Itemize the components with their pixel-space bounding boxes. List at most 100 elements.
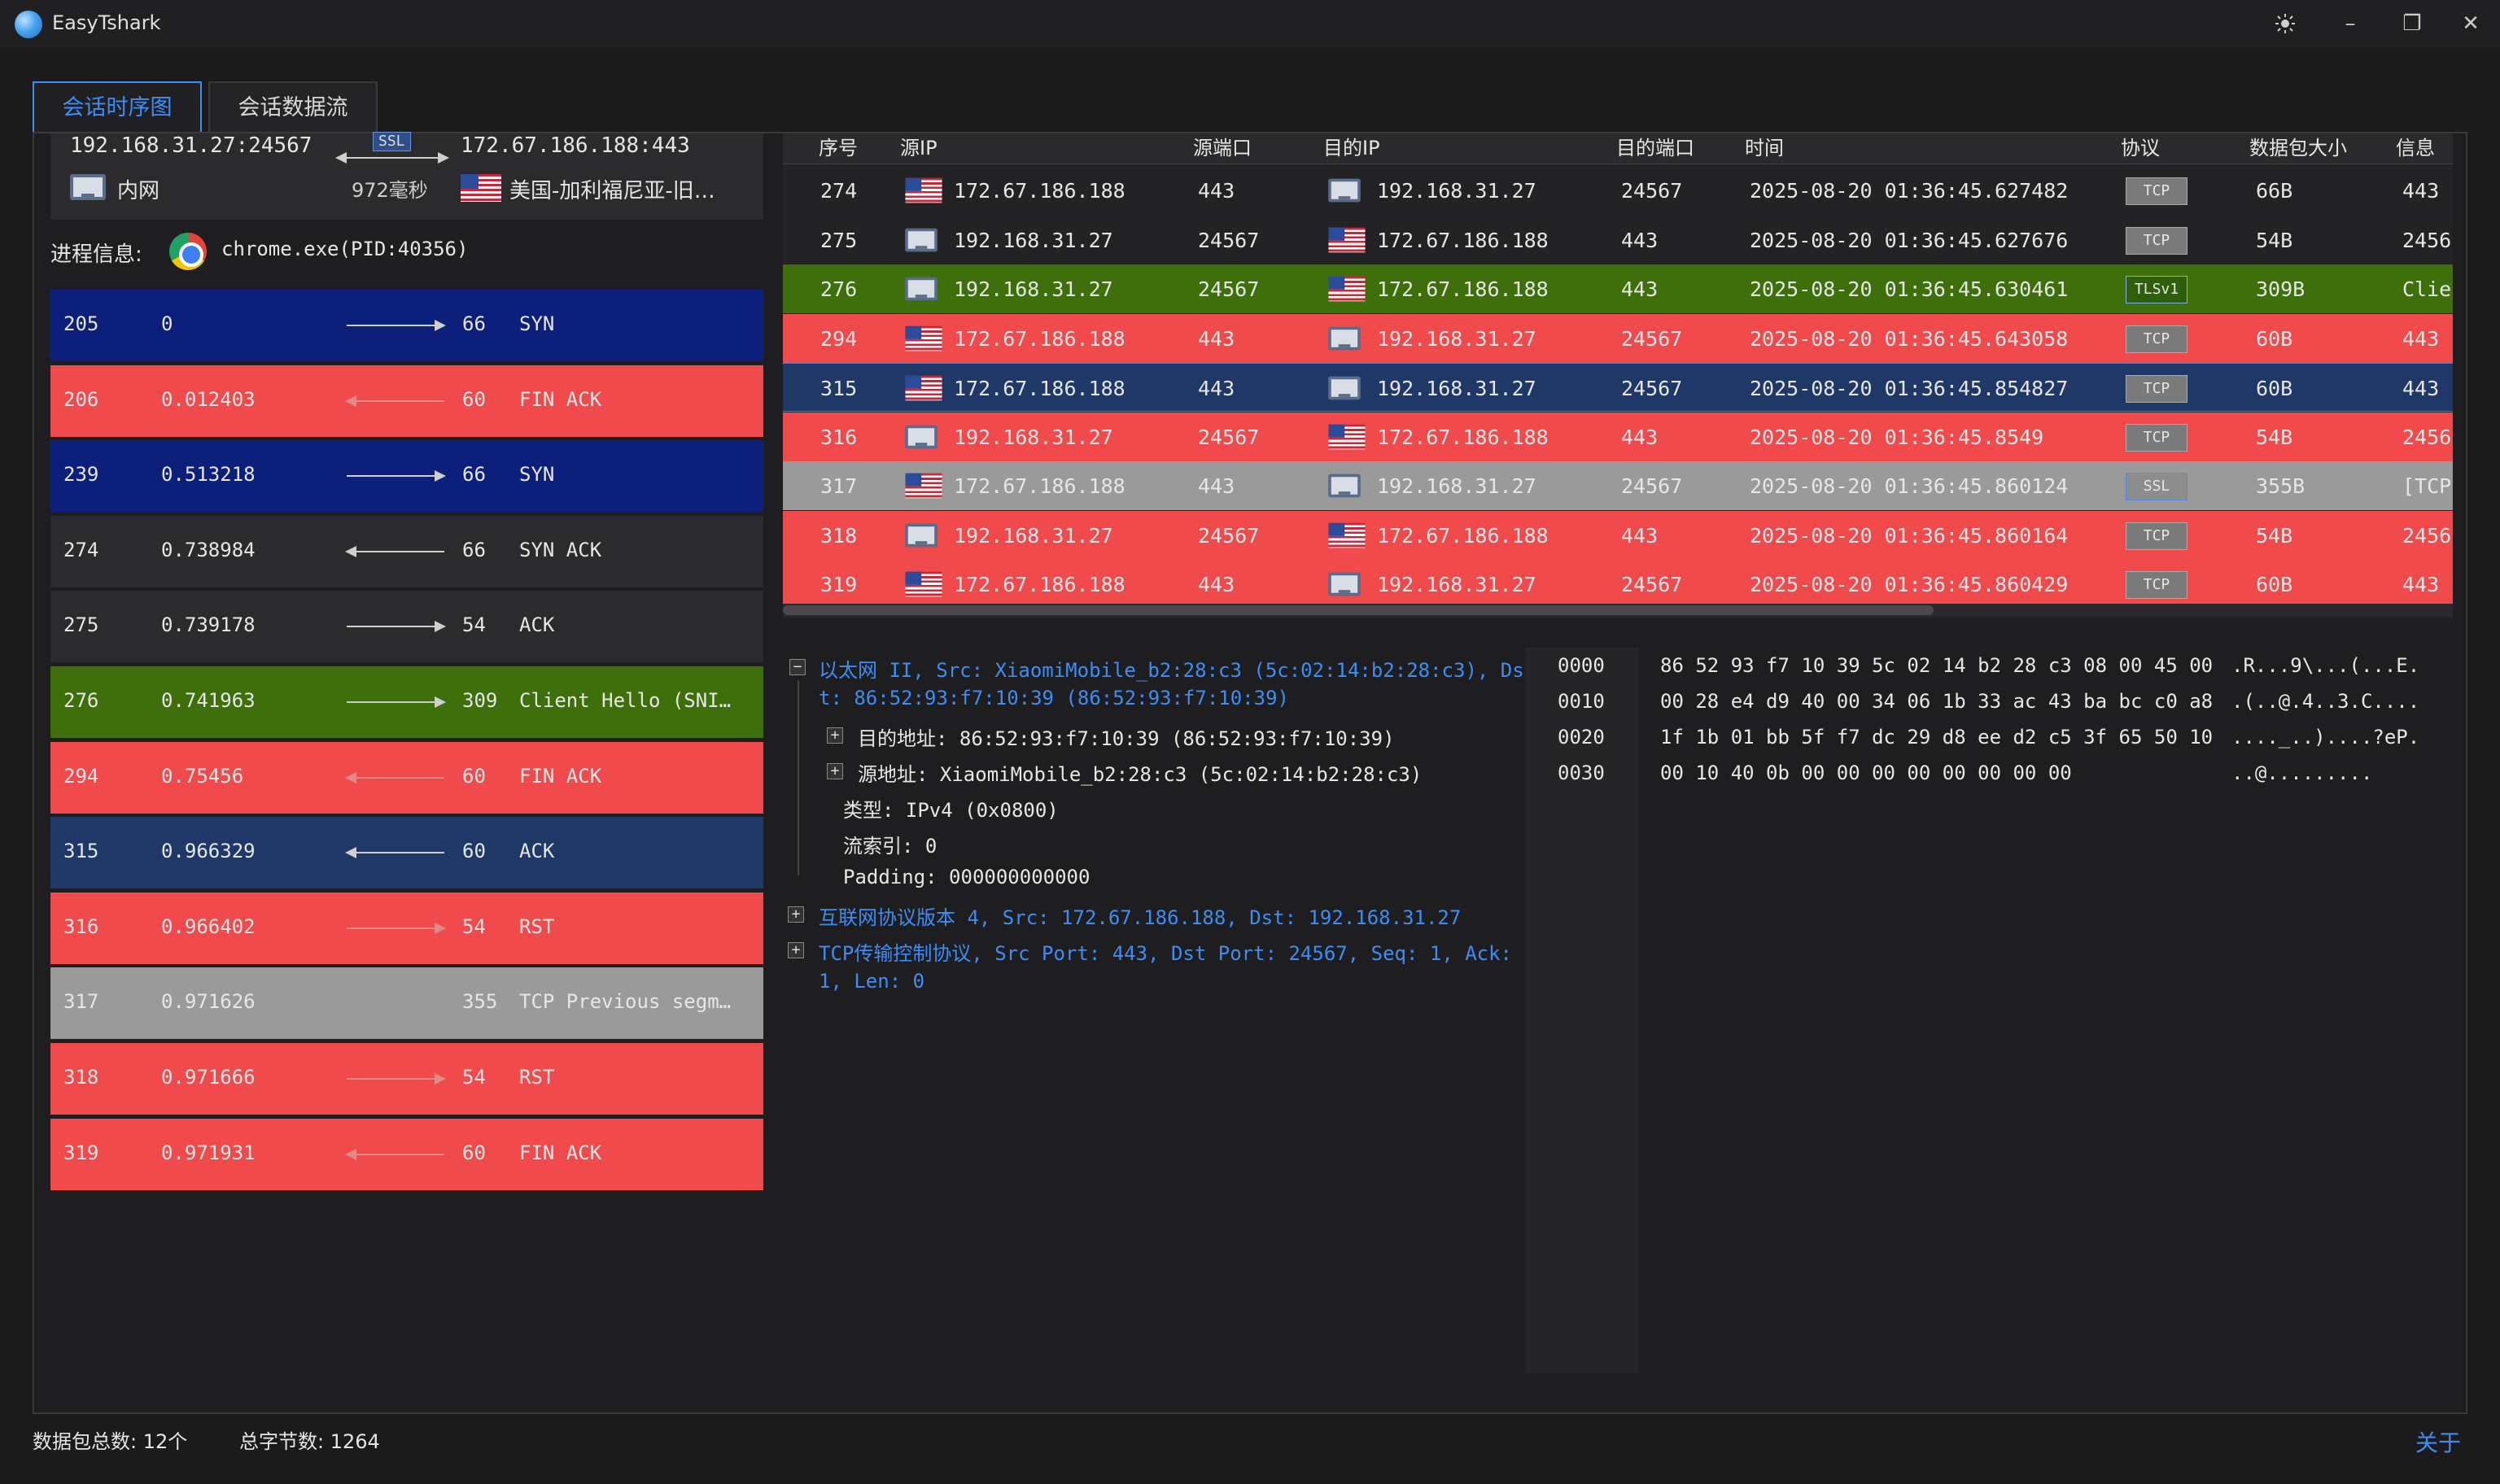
pkt-dst-ip: 172.67.186.188 (1377, 523, 1549, 548)
expand-tcp-toggle[interactable]: + (788, 942, 804, 958)
theme-toggle-button[interactable] (2264, 7, 2306, 41)
sequence-row[interactable]: 318 0.971666 54 RST (50, 1043, 763, 1115)
packet-row[interactable]: 317 172.67.186.188 443 192.168.31.27 24567 20… (783, 461, 2453, 510)
minimize-button[interactable]: – (2329, 7, 2371, 41)
packet-row[interactable]: 275 192.168.31.27 24567 172.67.186.188 443 20… (783, 215, 2453, 264)
seq-length: 66 (462, 312, 486, 335)
hex-bytes-line[interactable]: 86 52 93 f7 10 39 5c 02 14 b2 28 c3 08 0… (1660, 654, 2213, 677)
tab-session-sequence[interactable]: 会话时序图 (33, 81, 202, 133)
seq-length: 66 (462, 463, 486, 487)
pkt-src-port: 24567 (1198, 228, 1260, 252)
expand-ip-toggle[interactable]: + (788, 906, 804, 923)
computer-icon (1328, 572, 1361, 596)
collapse-ethernet-toggle[interactable]: − (789, 659, 806, 675)
tree-ip-line[interactable]: 互联网协议版本 4, Src: 172.67.186.188, Dst: 192… (819, 901, 1461, 930)
pkt-no: 275 (820, 228, 858, 252)
packet-row[interactable]: 319 172.67.186.188 443 192.168.31.27 24567 20… (783, 560, 2453, 609)
packet-row[interactable]: 315 172.67.186.188 443 192.168.31.27 24567 20… (783, 363, 2453, 412)
tree-src-addr[interactable]: 源地址: XiaomiMobile_b2:28:c3 (5c:02:14:b2:… (858, 758, 1422, 787)
sequence-row[interactable]: 275 0.739178 54 ACK (50, 591, 763, 663)
hex-ascii-line[interactable]: ...._..)....?eP. (2231, 726, 2419, 749)
tree-tcp-line2[interactable]: 1, Len: 0 (819, 970, 924, 993)
tree-stream-index[interactable]: 流索引: 0 (843, 830, 937, 858)
col-header-protocol[interactable]: 协议 (2121, 133, 2160, 160)
packet-row[interactable]: 274 172.67.186.188 443 192.168.31.27 24567 20… (783, 166, 2453, 215)
pkt-dst-port: 443 (1621, 425, 1659, 449)
sequence-row[interactable]: 276 0.741963 309 Client Hello (SNI… (50, 666, 763, 738)
arrow-right-icon (347, 470, 446, 482)
col-header-src-port[interactable]: 源端口 (1193, 133, 1252, 160)
computer-icon (1328, 326, 1361, 350)
pkt-dst-ip: 192.168.31.27 (1377, 474, 1536, 498)
expand-dst-addr-toggle[interactable]: + (827, 727, 843, 744)
packet-row[interactable]: 294 172.67.186.188 443 192.168.31.27 24567 20… (783, 313, 2453, 363)
seq-length: 60 (462, 1141, 486, 1164)
pkt-protocol-badge: TCP (2126, 325, 2188, 353)
col-header-size[interactable]: 数据包大小 (2249, 133, 2347, 160)
pkt-src-ip: 172.67.186.188 (954, 474, 1125, 498)
pkt-dst-port: 443 (1621, 277, 1659, 301)
hex-bytes-line[interactable]: 00 28 e4 d9 40 00 34 06 1b 33 ac 43 ba b… (1660, 690, 2213, 713)
sequence-row[interactable]: 317 0.971626 355 TCP Previous segm… (50, 967, 763, 1040)
tree-guide-line (798, 680, 799, 875)
packet-row[interactable]: 318 192.168.31.27 24567 172.67.186.188 443 20… (783, 510, 2453, 560)
hex-bytes-line[interactable]: 00 10 40 0b 00 00 00 00 00 00 00 00 (1660, 762, 2072, 784)
tab-session-dataflow[interactable]: 会话数据流 (208, 81, 378, 133)
hex-ascii-line[interactable]: .(..@.4..3.C.... (2231, 690, 2419, 713)
seq-no: 205 (63, 312, 99, 335)
session-src-endpoint: 192.168.31.27:24567 (70, 133, 312, 158)
packet-table-scrollbar[interactable] (783, 604, 2453, 617)
seq-length: 309 (462, 689, 498, 712)
hex-ascii-line[interactable]: ..@......... (2231, 762, 2372, 784)
hex-ascii-line[interactable]: .R...9\...(...E. (2231, 654, 2419, 677)
col-header-dst-port[interactable]: 目的端口 (1616, 133, 1694, 160)
sequence-row[interactable]: 205 0 66 SYN (50, 290, 763, 361)
hex-bytes-line[interactable]: 1f 1b 01 bb 5f f7 dc 29 d8 ee d2 c5 3f 6… (1660, 726, 2213, 749)
restore-button[interactable]: ❐ (2391, 7, 2433, 41)
col-header-src-ip[interactable]: 源IP (900, 133, 938, 160)
seq-time: 0.971666 (161, 1066, 256, 1089)
computer-icon (1328, 474, 1361, 498)
tree-dst-addr[interactable]: 目的地址: 86:52:93:f7:10:39 (86:52:93:f7:10:… (858, 722, 1395, 751)
col-header-no[interactable]: 序号 (819, 133, 858, 160)
expand-src-addr-toggle[interactable]: + (827, 763, 843, 779)
pkt-time: 2025-08-20 01:36:45.860124 (1750, 474, 2069, 498)
pkt-time: 2025-08-20 01:36:45.643058 (1750, 326, 2069, 351)
scrollbar-thumb[interactable] (783, 605, 1934, 615)
seq-no: 239 (63, 463, 99, 487)
packet-row[interactable]: 276 192.168.31.27 24567 172.67.186.188 443 20… (783, 264, 2453, 313)
title-bar: EasyTshark – ❐ ✕ (0, 0, 2500, 47)
process-info-value: chrome.exe(PID:40356) (221, 238, 469, 260)
close-button[interactable]: ✕ (2450, 7, 2492, 41)
seq-no: 274 (63, 538, 99, 561)
tree-padding[interactable]: Padding: 000000000000 (843, 866, 1090, 888)
packet-row[interactable]: 316 192.168.31.27 24567 172.67.186.188 443 20… (783, 412, 2453, 461)
sequence-row[interactable]: 274 0.738984 66 SYN ACK (50, 515, 763, 587)
pkt-src-ip: 172.67.186.188 (954, 377, 1125, 400)
tree-ethernet-line2[interactable]: t: 86:52:93:f7:10:39 (86:52:93:f7:10:39) (819, 687, 1289, 709)
pkt-protocol-badge: TCP (2126, 177, 2188, 205)
pkt-no: 274 (820, 179, 858, 203)
col-header-info[interactable]: 信息 (2396, 133, 2435, 160)
hex-offset: 0010 (1558, 690, 1605, 713)
sequence-row[interactable]: 294 0.75456 60 FIN ACK (50, 741, 763, 814)
pkt-src-ip: 192.168.31.27 (954, 425, 1113, 449)
seq-no: 275 (63, 613, 99, 637)
sequence-row[interactable]: 316 0.966402 54 RST (50, 892, 763, 964)
about-link[interactable]: 关于 (2415, 1425, 2461, 1458)
col-header-time[interactable]: 时间 (1745, 133, 1784, 160)
seq-info: FIN ACK (519, 764, 602, 788)
sequence-row[interactable]: 206 0.012403 60 FIN ACK (50, 364, 763, 437)
hex-offset: 0020 (1558, 726, 1605, 749)
sequence-row[interactable]: 319 0.971931 60 FIN ACK (50, 1118, 763, 1190)
sequence-row[interactable]: 315 0.966329 60 ACK (50, 817, 763, 889)
tree-tcp-line1[interactable]: TCP传输控制协议, Src Port: 443, Dst Port: 2456… (819, 937, 1512, 966)
pkt-size: 60B (2256, 573, 2293, 596)
tree-type[interactable]: 类型: IPv4 (0x0800) (843, 794, 1059, 823)
seq-length: 60 (462, 387, 486, 411)
sequence-row[interactable]: 239 0.513218 66 SYN (50, 440, 763, 513)
us-flag-icon (905, 325, 942, 351)
pkt-no: 294 (820, 326, 858, 351)
col-header-dst-ip[interactable]: 目的IP (1323, 133, 1380, 160)
tree-ethernet-line1[interactable]: 以太网 II, Src: XiaomiMobile_b2:28:c3 (5c:0… (819, 654, 1524, 683)
